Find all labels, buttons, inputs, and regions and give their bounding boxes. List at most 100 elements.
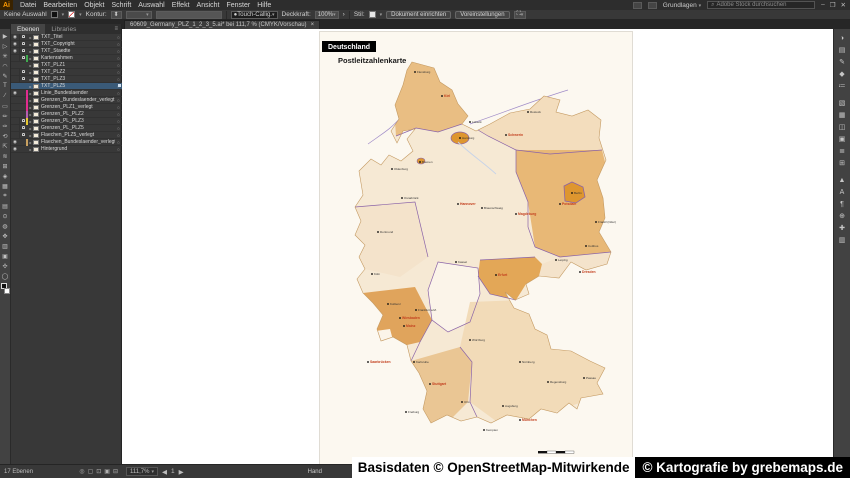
target-circle-icon[interactable]: ○: [115, 70, 122, 75]
transform-panel-icon[interactable]: ⊕: [836, 210, 849, 222]
menu-schrift[interactable]: Schrift: [111, 2, 131, 9]
target-circle-icon[interactable]: ○: [115, 56, 122, 61]
workspace-switcher[interactable]: Grundlagen ▾: [663, 2, 701, 9]
transparency-panel-icon[interactable]: ▦: [836, 109, 849, 121]
tab-ebenen[interactable]: Ebenen: [11, 24, 45, 34]
perspective-grid-tool[interactable]: ▦: [1, 181, 10, 191]
isolate-selection-icon[interactable]: ⛶ ▾: [514, 11, 527, 19]
lock-icon[interactable]: [19, 34, 26, 40]
symbols-panel-icon[interactable]: ◆: [836, 68, 849, 80]
arrange-documents-icon[interactable]: [633, 2, 642, 9]
gradient-panel-icon[interactable]: ▧: [836, 97, 849, 109]
lock-icon[interactable]: [19, 41, 26, 47]
align-panel-icon[interactable]: ▲: [836, 174, 849, 186]
new-layer-icon[interactable]: ▣: [104, 468, 110, 475]
document-tab[interactable]: 60609_Germany_PLZ_1_2_3_5.ai* bei 111,7 …: [124, 20, 320, 29]
lasso-tool[interactable]: ◠: [1, 61, 10, 71]
locate-object-icon[interactable]: ◎: [79, 468, 84, 475]
preferences-button[interactable]: Voreinstellungen: [455, 11, 509, 19]
more-options-arrow[interactable]: ›: [343, 11, 345, 18]
blend-tool[interactable]: ◍: [1, 221, 10, 231]
stroke-profile-select[interactable]: ▾: [126, 11, 152, 19]
lock-icon[interactable]: [19, 125, 26, 131]
lock-icon[interactable]: [19, 48, 26, 54]
stock-search-input[interactable]: ⌕ Adobe Stock durchsuchen: [707, 1, 815, 9]
lock-icon[interactable]: [19, 76, 26, 82]
visibility-eye-icon[interactable]: ◉: [11, 41, 19, 47]
paintbrush-tool[interactable]: ✏: [1, 111, 10, 121]
type-tool[interactable]: T: [1, 81, 10, 91]
target-circle-icon[interactable]: ○: [115, 112, 122, 117]
new-sublayer-icon[interactable]: ⊡: [96, 468, 101, 475]
menu-bearbeiten[interactable]: Bearbeiten: [43, 2, 77, 9]
selection-tool[interactable]: ▶: [1, 31, 10, 41]
target-circle-icon[interactable]: ○: [115, 91, 122, 96]
artboard-prev-button[interactable]: ◀: [162, 468, 167, 476]
visibility-eye-icon[interactable]: ◉: [11, 146, 19, 152]
visibility-eye-icon[interactable]: ◉: [11, 34, 19, 40]
mesh-tool[interactable]: ⌗: [1, 191, 10, 201]
target-circle-icon[interactable]: ○: [115, 42, 122, 47]
zoom-tool[interactable]: ◯: [1, 271, 10, 281]
artboard-next-button[interactable]: ▶: [179, 468, 184, 476]
brushes-panel-icon[interactable]: ✎: [836, 56, 849, 68]
close-button[interactable]: ✕: [841, 1, 846, 9]
fill-color-swatch[interactable]: [51, 11, 58, 18]
shape-builder-tool[interactable]: ◈: [1, 171, 10, 181]
stroke-weight-stepper[interactable]: ⬍: [111, 11, 122, 19]
tab-libraries[interactable]: Libraries: [45, 24, 82, 34]
target-circle-icon[interactable]: ○: [115, 147, 122, 152]
lock-icon[interactable]: [19, 132, 26, 138]
target-circle-icon[interactable]: ○: [115, 140, 122, 145]
zoom-level-select[interactable]: 111,7%▾: [126, 467, 158, 476]
menu-auswahl[interactable]: Auswahl: [138, 2, 164, 9]
gradient-tool[interactable]: ▤: [1, 201, 10, 211]
lock-icon[interactable]: [19, 118, 26, 124]
magic-wand-tool[interactable]: ✳: [1, 51, 10, 61]
swatches-panel-icon[interactable]: ▤: [836, 44, 849, 56]
target-circle-icon[interactable]: ○: [115, 105, 122, 110]
restore-button[interactable]: ❐: [830, 1, 836, 9]
graphic-styles-panel-icon[interactable]: ▣: [836, 133, 849, 145]
paragraph-panel-icon[interactable]: ¶: [836, 198, 849, 210]
document-setup-button[interactable]: Dokument einrichten: [386, 11, 451, 19]
artboard-tool[interactable]: ▣: [1, 251, 10, 261]
lock-icon[interactable]: [19, 69, 26, 75]
visibility-eye-icon[interactable]: ◉: [11, 90, 19, 96]
links-panel-icon[interactable]: ▥: [836, 234, 849, 246]
chevron-down-icon[interactable]: ▾: [79, 12, 82, 18]
delete-layer-icon[interactable]: ⊟: [113, 468, 118, 475]
menu-datei[interactable]: Datei: [20, 2, 36, 9]
graphic-style-swatch[interactable]: [369, 11, 376, 18]
target-circle-icon[interactable]: ○: [115, 126, 122, 131]
target-circle-icon[interactable]: ○: [115, 133, 122, 138]
menu-fenster[interactable]: Fenster: [227, 2, 251, 9]
symbol-sprayer-tool[interactable]: ✥: [1, 231, 10, 241]
brush-definition-select[interactable]: ● Touch-Callig. ▾: [231, 11, 278, 19]
variable-width-profile[interactable]: [156, 11, 222, 19]
minimize-button[interactable]: –: [821, 1, 825, 9]
stroke-panel-icon[interactable]: ≔: [836, 80, 849, 92]
scale-tool[interactable]: ⇱: [1, 141, 10, 151]
canvas[interactable]: Deutschland Postleitzahlenkarte Flensbur…: [122, 29, 833, 464]
rectangle-tool[interactable]: ▭: [1, 101, 10, 111]
share-screen-icon[interactable]: [648, 2, 657, 9]
close-tab-icon[interactable]: ×: [311, 22, 315, 28]
pathfinder-panel-icon[interactable]: ✚: [836, 222, 849, 234]
target-circle-icon[interactable]: ○: [115, 77, 122, 82]
make-clipping-mask-icon[interactable]: ▢: [88, 468, 94, 475]
artboard[interactable]: Deutschland Postleitzahlenkarte Flensbur…: [320, 32, 632, 464]
target-circle-icon[interactable]: ○: [115, 63, 122, 68]
artboards-panel-icon[interactable]: ⊞: [836, 157, 849, 169]
pencil-tool[interactable]: ✑: [1, 121, 10, 131]
hand-tool[interactable]: ✣: [1, 261, 10, 271]
rotate-tool[interactable]: ⟲: [1, 131, 10, 141]
lock-icon[interactable]: [19, 55, 26, 61]
stroke-color-swatch[interactable]: [68, 11, 75, 18]
eyedropper-tool[interactable]: ⊙: [1, 211, 10, 221]
color-panel-icon[interactable]: ◑: [836, 32, 849, 44]
width-tool[interactable]: ≋: [1, 151, 10, 161]
chevron-down-icon[interactable]: ▾: [62, 12, 65, 18]
visibility-eye-icon[interactable]: ◉: [11, 139, 19, 145]
pen-tool[interactable]: ✎: [1, 71, 10, 81]
